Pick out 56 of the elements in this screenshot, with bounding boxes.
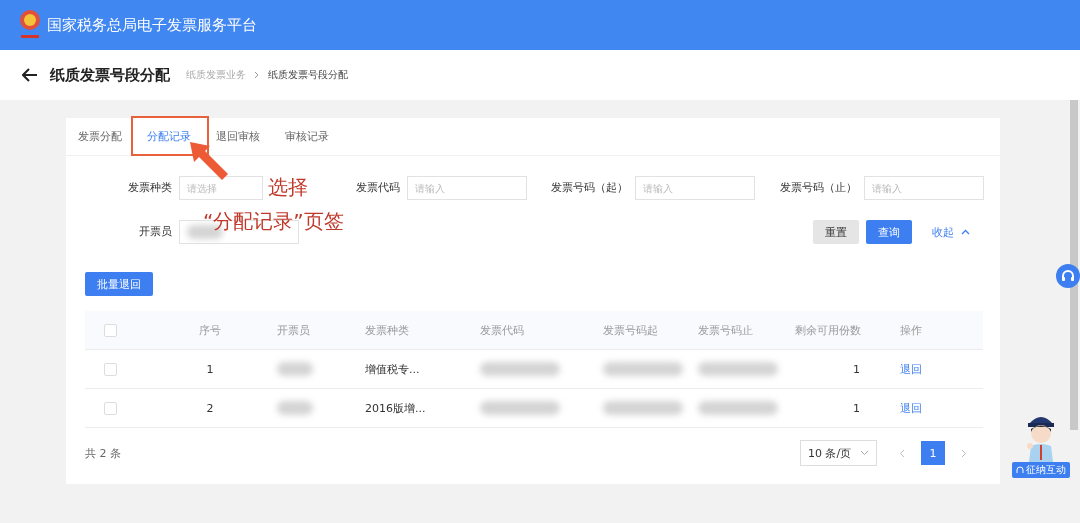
filter-label: 发票代码 — [356, 181, 400, 195]
tab[interactable]: 发票分配 — [78, 129, 122, 144]
annotation-text: 选择 — [268, 174, 308, 201]
table-cell: 1 — [206, 362, 214, 376]
column-header: 序号 — [199, 322, 221, 338]
table-cell: 增值税专... — [365, 361, 420, 377]
page-title: 纸质发票号段分配 — [50, 65, 170, 85]
chevron-up-icon — [961, 229, 970, 235]
headset-icon[interactable] — [1056, 264, 1080, 288]
blurred-text — [277, 401, 313, 415]
column-header: 发票代码 — [480, 322, 524, 338]
previous-page-icon[interactable] — [899, 448, 905, 458]
tab[interactable]: 分配记录 — [147, 129, 191, 144]
checkbox[interactable] — [104, 401, 117, 415]
column-header: 发票种类 — [365, 322, 409, 338]
column-header: 发票号码起 — [603, 322, 658, 338]
filter-field[interactable]: 请输入 — [864, 176, 984, 200]
table-cell: 1 — [853, 401, 860, 415]
checkbox[interactable] — [104, 362, 117, 376]
site-title: 国家税务总局电子发票服务平台 — [47, 15, 257, 35]
column-header: 剩余可用份数 — [795, 322, 861, 338]
table-cell: 1 — [853, 362, 860, 376]
filter-label: 发票号码（止） — [780, 181, 857, 195]
breadcrumb-item[interactable]: 纸质发票业务 — [186, 68, 246, 82]
return-link[interactable]: 退回 — [900, 361, 922, 377]
filter-label: 发票种类 — [128, 181, 172, 195]
collapse-link[interactable]: 收起 — [932, 224, 954, 240]
filter-label: 开票员 — [139, 225, 172, 239]
page-button[interactable]: 1 — [921, 441, 945, 465]
annotation-text: “分配记录”页签 — [203, 208, 344, 235]
column-header: 发票号码止 — [698, 322, 753, 338]
next-page-icon[interactable] — [961, 448, 967, 458]
filter-field[interactable]: 请输入 — [407, 176, 527, 200]
total-count: 共 2 条 — [85, 445, 122, 461]
table-cell: 2016版增... — [365, 400, 426, 416]
column-header: 操作 — [900, 322, 922, 338]
chevron-down-icon — [860, 450, 869, 456]
column-header: 开票员 — [277, 322, 310, 338]
return-link[interactable]: 退回 — [900, 400, 922, 416]
chevron-icon — [254, 71, 260, 79]
blurred-text — [277, 362, 313, 376]
checkbox[interactable] — [104, 323, 117, 337]
page-size-select[interactable]: 10 条/页 — [800, 440, 877, 466]
filter-label: 发票号码（起） — [551, 181, 628, 195]
service-badge[interactable]: 征纳互动 — [1012, 462, 1070, 478]
back-arrow-icon[interactable] — [22, 68, 38, 82]
table-cell: 2 — [206, 401, 214, 415]
tab[interactable]: 审核记录 — [285, 129, 329, 144]
batch-return-button[interactable]: 批量退回 — [85, 272, 153, 296]
filter-field[interactable]: 请选择 — [179, 176, 263, 200]
search-button[interactable]: 查询 — [866, 220, 912, 244]
scrollbar[interactable] — [1070, 100, 1078, 430]
filter-field[interactable]: 请输入 — [635, 176, 755, 200]
tab[interactable]: 退回审核 — [216, 129, 260, 144]
reset-button[interactable]: 重置 — [813, 220, 859, 244]
breadcrumb-item: 纸质发票号段分配 — [268, 68, 348, 82]
